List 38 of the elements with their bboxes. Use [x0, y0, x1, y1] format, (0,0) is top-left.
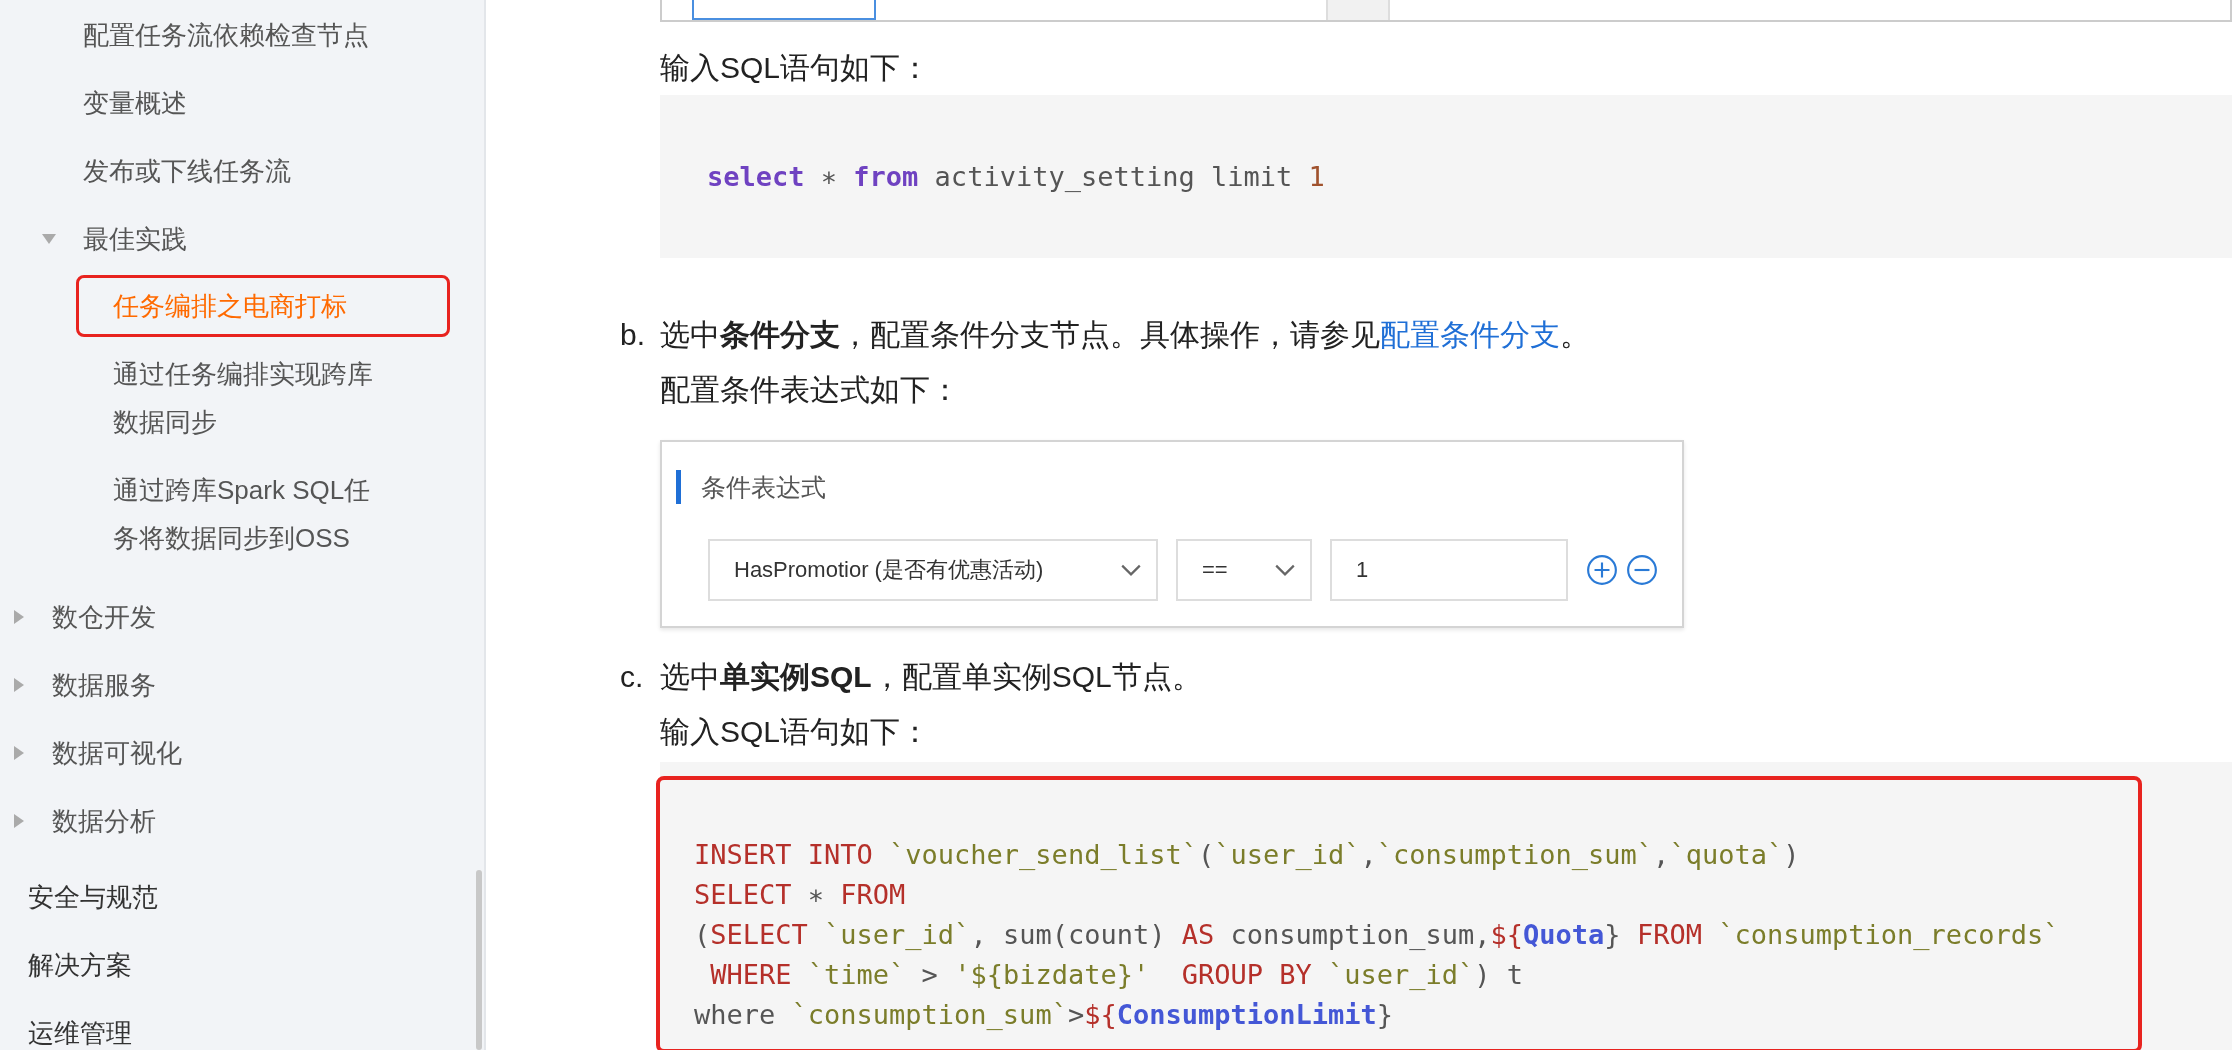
- list-marker: c.: [620, 659, 645, 695]
- caret-icon[interactable]: [14, 814, 24, 828]
- caret-icon[interactable]: [14, 678, 24, 692]
- instruction-text: 配置条件表达式如下：: [660, 372, 961, 408]
- sidebar-item[interactable]: 通过跨库Spark SQL任务将数据同步到OSS: [76, 459, 450, 569]
- instruction-text: 输入SQL语句如下：: [660, 50, 932, 86]
- accent-bar: [676, 470, 681, 504]
- sidebar-item[interactable]: 解决方案: [28, 948, 132, 982]
- sidebar-item[interactable]: 通过任务编排实现跨库数据同步: [76, 343, 450, 453]
- step-text: 选中条件分支，配置条件分支节点。具体操作，请参见配置条件分支。: [660, 317, 1590, 353]
- sidebar-item[interactable]: 运维管理: [28, 1016, 132, 1050]
- field-dropdown[interactable]: HasPromotior (是否有优惠活动): [708, 539, 1158, 601]
- step-text: 选中单实例SQL，配置单实例SQL节点。: [660, 659, 1202, 695]
- scrollbar[interactable]: [476, 870, 482, 1050]
- sidebar-item[interactable]: 发布或下线任务流: [83, 154, 291, 188]
- sidebar-item[interactable]: 配置任务流依赖检查节点: [83, 18, 369, 52]
- caret-icon[interactable]: [42, 234, 56, 244]
- add-icon[interactable]: [1586, 554, 1618, 586]
- chevron-down-icon: [1120, 563, 1142, 577]
- panel-title: 条件表达式: [701, 471, 826, 503]
- code-block: INSERT INTO `voucher_send_list`(`user_id`,`consumption_sum`,`quota`) SELECT ∗ FROM (SELECT `user_id`, sum(count) AS consumption_sum,${Quota} FROM `consumption_records` WHERE `time` > '${bizdate}' GROUP BY `user_id`) t where `consumption_sum`>${ConsumptionLimit}: [656, 776, 2142, 1050]
- chevron-down-icon: [1274, 563, 1296, 577]
- sidebar-item[interactable]: 数仓开发: [52, 600, 156, 634]
- sidebar-item[interactable]: 变量概述: [83, 86, 187, 120]
- instruction-text: 输入SQL语句如下：: [660, 714, 932, 750]
- value-input[interactable]: 1: [1330, 539, 1568, 601]
- sidebar-item[interactable]: 安全与规范: [28, 880, 158, 914]
- sidebar-item[interactable]: 数据可视化: [52, 736, 182, 770]
- link[interactable]: 配置条件分支: [1380, 318, 1560, 351]
- sidebar-item[interactable]: 最佳实践: [83, 222, 187, 256]
- sidebar-item[interactable]: 数据分析: [52, 804, 156, 838]
- remove-icon[interactable]: [1626, 554, 1658, 586]
- caret-icon[interactable]: [14, 610, 24, 624]
- code-block: select ∗ from activity_setting limit 1: [660, 95, 2232, 258]
- list-marker: b.: [620, 317, 647, 353]
- sidebar-item[interactable]: 数据服务: [52, 668, 156, 702]
- operator-dropdown[interactable]: ==: [1176, 539, 1312, 601]
- caret-icon[interactable]: [14, 746, 24, 760]
